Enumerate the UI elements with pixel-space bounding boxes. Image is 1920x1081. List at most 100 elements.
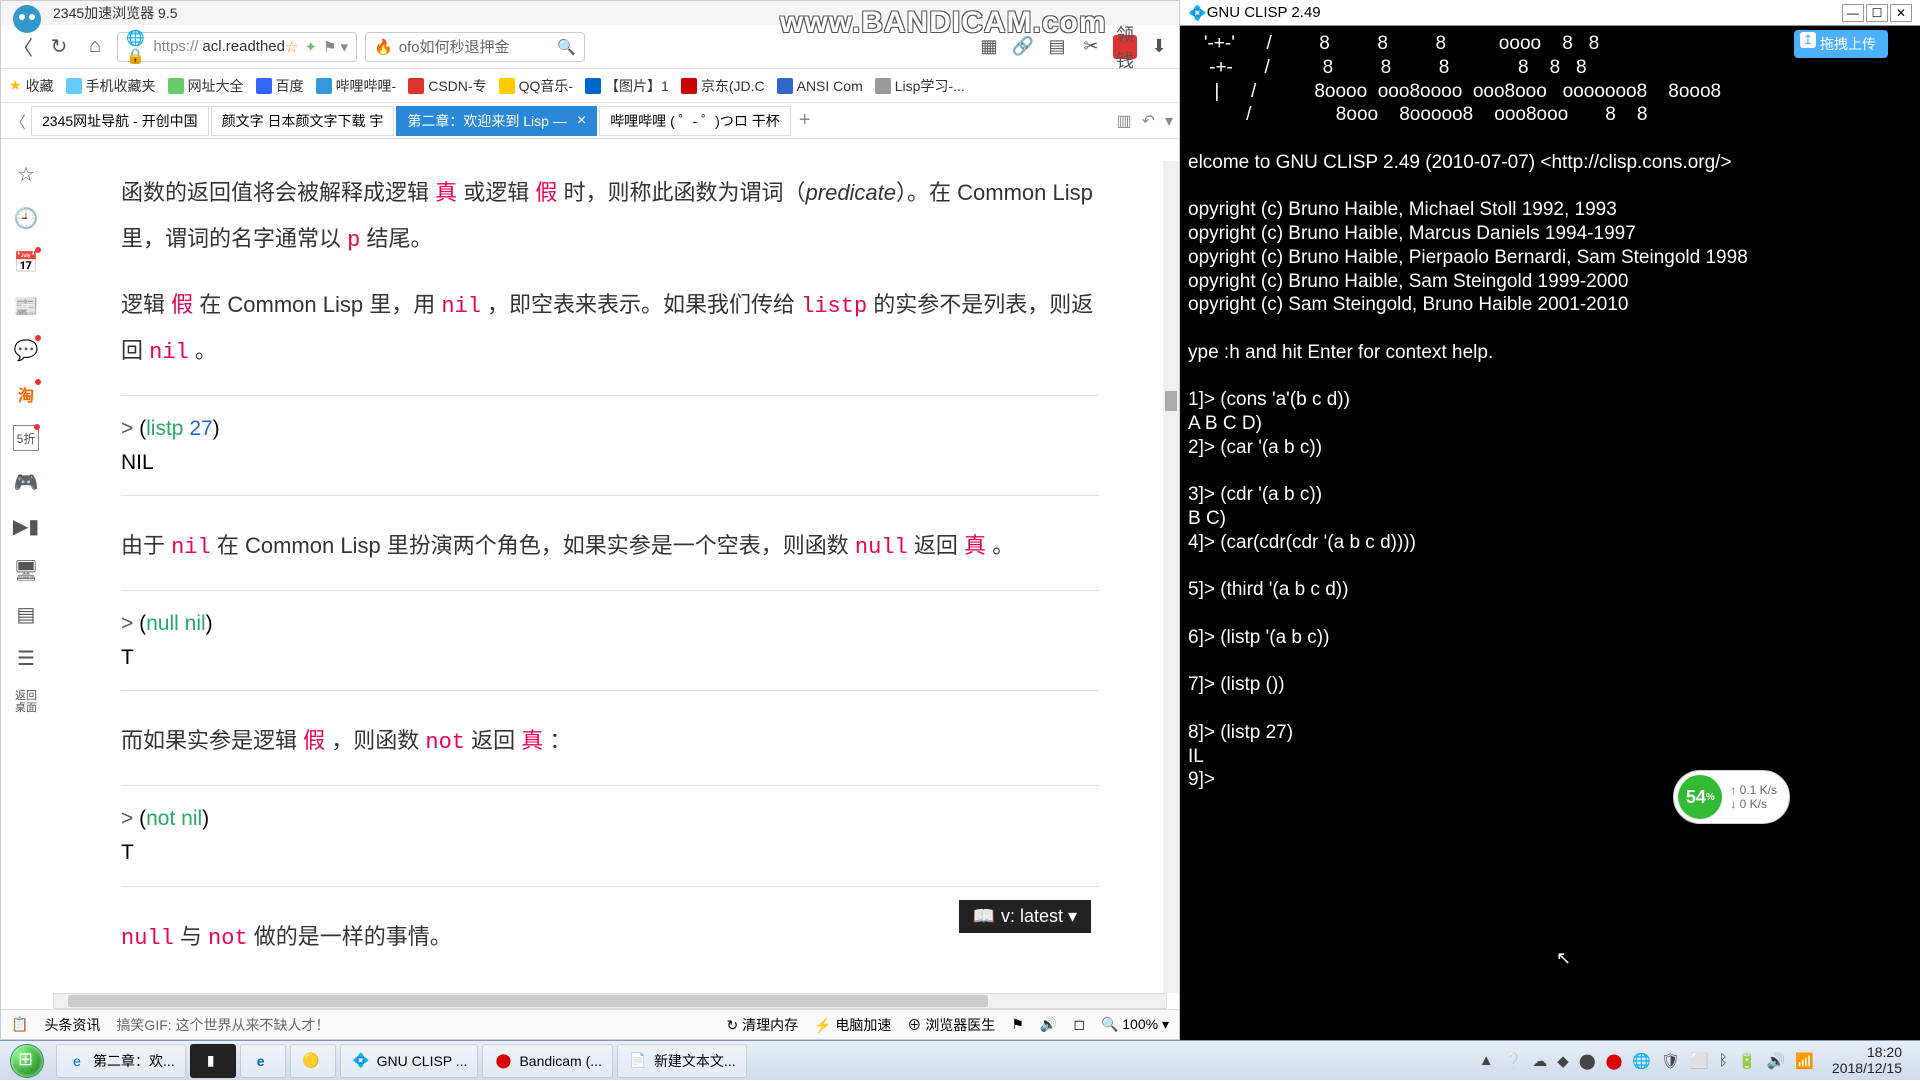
terminal-titlebar: 💠 GNU CLISP 2.49 — ☐ ✕ — [1180, 0, 1920, 26]
tab-dropdown-icon[interactable]: ▾ — [1165, 111, 1173, 131]
bookmark-item[interactable]: 【图片】1 — [585, 76, 669, 96]
rail-game-icon[interactable]: 🎮 — [13, 469, 39, 495]
bookmark-item[interactable]: QQ音乐- — [499, 76, 573, 96]
url-star-icon[interactable]: ☆ — [285, 38, 298, 56]
minimize-button[interactable]: — — [1842, 4, 1864, 22]
tray-icon[interactable]: ⬤ — [1606, 1052, 1623, 1070]
url-flag-icon[interactable]: ⚑ — [323, 38, 336, 56]
status-boost[interactable]: ⚡ 电脑加速 — [814, 1015, 891, 1035]
reload-button[interactable]: ↻ — [45, 33, 73, 61]
taskbar-item-chrome[interactable]: 🟡 — [290, 1044, 336, 1078]
status-sound-icon[interactable]: 🔊 — [1040, 1016, 1057, 1033]
status-window-icon[interactable]: ◻ — [1073, 1016, 1085, 1033]
rail-list-icon[interactable]: ☰ — [13, 645, 39, 671]
terminal-title: GNU CLISP 2.49 — [1207, 4, 1321, 21]
browser-window: 2345加速浏览器 9.5 〈 ↻ ⌂ 🌐 🔒 https:// acl.rea… — [0, 0, 1180, 1040]
back-button[interactable]: 〈 — [9, 33, 37, 61]
tab[interactable]: 2345网址导航 - 开创中国 — [31, 106, 209, 136]
url-prefix: https:// — [153, 38, 198, 55]
tray-icon[interactable]: ◆ — [1557, 1052, 1569, 1070]
bookmark-item[interactable]: CSDN-专 — [408, 76, 486, 96]
bonus-button[interactable]: 领钱 — [1113, 35, 1137, 59]
rail-wechat-icon[interactable]: 💬 — [13, 337, 39, 363]
bookmark-item[interactable]: ANSI Com — [777, 78, 863, 94]
cpu-percent: 54% — [1678, 775, 1722, 819]
rail-calendar-icon[interactable]: 📅 — [13, 249, 39, 275]
tray-icon[interactable]: ⬤ — [1579, 1052, 1596, 1070]
version-badge[interactable]: 📖 v: latest ▾ — [959, 900, 1091, 933]
status-zoom[interactable]: 🔍 100% ▾ — [1101, 1016, 1169, 1033]
status-left2[interactable]: 搞笑GIF: 这个世界从来不缺人才！ — [116, 1015, 329, 1035]
vertical-scrollbar[interactable] — [1163, 161, 1179, 993]
taskbar-item[interactable]: e第二章：欢... — [56, 1044, 186, 1078]
search-input[interactable]: 🔥 ofo如何秒退押金 🔍 — [365, 32, 585, 62]
maximize-button[interactable]: ☐ — [1866, 4, 1888, 22]
tab-active[interactable]: 第二章：欢迎来到 Lisp —× — [396, 106, 597, 136]
rail-video-icon[interactable]: ▶▮ — [13, 513, 39, 539]
search-engine-icon: 🔥 — [374, 38, 393, 56]
tray-battery-icon[interactable]: 🔋 — [1738, 1052, 1757, 1070]
tray-icon[interactable]: 🌐 — [1632, 1052, 1651, 1070]
rail-sale-icon[interactable]: 5折 — [13, 425, 39, 451]
bandicam-watermark: www.BANDICAM.com — [780, 6, 1107, 40]
bookmark-item[interactable]: 百度 — [256, 76, 304, 96]
status-clean[interactable]: ↻ 清理内存 — [726, 1015, 798, 1035]
rail-calc-icon[interactable]: ▤ — [13, 601, 39, 627]
net-down: ↓ 0 K/s — [1730, 797, 1777, 811]
taskbar-item-clisp[interactable]: 💠GNU CLISP ... — [340, 1044, 479, 1078]
tray-icon[interactable]: ⬜ — [1690, 1052, 1709, 1070]
tab-scroll-left[interactable]: 〈 — [7, 109, 29, 133]
undo-close-icon[interactable]: ↶ — [1142, 111, 1155, 131]
paragraph: 由于 nil 在 Common Lisp 里扮演两个角色，如果实参是一个空表，则… — [121, 524, 1099, 570]
bookmark-item[interactable]: 手机收藏夹 — [66, 76, 156, 96]
bookmark-item[interactable]: Lisp学习-... — [875, 76, 965, 96]
status-bar: 📋 头条资讯 搞笑GIF: 这个世界从来不缺人才！ ↻ 清理内存 ⚡ 电脑加速 … — [1, 1009, 1179, 1039]
url-ext1-icon[interactable]: ✦ — [304, 38, 317, 56]
tray-wifi-icon[interactable]: 📶 — [1795, 1052, 1814, 1070]
start-button[interactable] — [0, 1041, 54, 1081]
tray-icon[interactable]: 🛡 — [1661, 1052, 1680, 1070]
network-widget[interactable]: 54% ↑ 0.1 K/s ↓ 0 K/s — [1673, 770, 1790, 824]
bookmark-item[interactable]: 京东(JD.C — [681, 76, 765, 96]
upload-pill[interactable]: 拖拽上传 — [1794, 30, 1888, 58]
rail-desktop-icon[interactable]: 返回桌面 — [13, 689, 39, 715]
rail-monitor-icon[interactable]: 🖥 — [13, 557, 39, 583]
close-button[interactable]: ✕ — [1890, 4, 1912, 22]
taskbar-item-cmd[interactable]: ▮ — [190, 1044, 236, 1078]
rail-star-icon[interactable]: ☆ — [13, 161, 39, 187]
tray-icon[interactable]: ☁ — [1532, 1052, 1547, 1070]
terminal-body[interactable]: '-+-' / 8 8 8 oooo 8 8 -+- / 8 8 8 8 8 8… — [1180, 26, 1920, 798]
bookmark-item[interactable]: 网址大全 — [168, 76, 244, 96]
tray-icon[interactable]: ❔ — [1504, 1052, 1523, 1070]
tab[interactable]: 颜文字 日本颜文字下载 宇 — [211, 106, 395, 136]
tab-close-icon[interactable]: × — [577, 112, 586, 130]
new-tab-button[interactable]: + — [793, 109, 817, 132]
url-input[interactable]: 🌐 🔒 https:// acl.readthed ☆ ✦ ⚑ ▾ — [117, 32, 357, 62]
lock-icon: 🌐 🔒 — [126, 29, 153, 65]
status-doctor[interactable]: ⊕ 浏览器医生 — [907, 1015, 995, 1035]
url-dropdown-icon[interactable]: ▾ — [340, 38, 348, 56]
search-icon[interactable]: 🔍 — [557, 38, 576, 56]
taskbar-item-ie[interactable]: e — [240, 1044, 286, 1078]
net-up: ↑ 0.1 K/s — [1730, 783, 1777, 797]
download-icon[interactable]: ⬇ — [1147, 35, 1171, 59]
status-news-icon[interactable]: 📋 — [11, 1016, 28, 1033]
rail-history-icon[interactable]: 🕘 — [13, 205, 39, 231]
bookmark-item[interactable]: 哔哩哔哩- — [316, 76, 397, 96]
bookmarks-toggle[interactable]: ★收藏 — [9, 76, 54, 96]
taskbar-item-notepad[interactable]: 📄新建文本文... — [617, 1044, 747, 1078]
tray-bluetooth-icon[interactable]: ᛒ — [1719, 1052, 1728, 1069]
horizontal-scrollbar[interactable] — [53, 993, 1167, 1009]
tray-icon[interactable]: ▲ — [1479, 1052, 1494, 1069]
rail-news-icon[interactable]: 📰 — [13, 293, 39, 319]
rail-taobao-icon[interactable]: 淘 — [13, 381, 39, 407]
url-text: acl.readthed — [202, 38, 285, 55]
tab-menu-icon[interactable]: ▥ — [1116, 111, 1131, 131]
tray-volume-icon[interactable]: 🔊 — [1767, 1052, 1786, 1070]
status-left1[interactable]: 头条资讯 — [44, 1015, 100, 1035]
status-flag-icon[interactable]: ⚑ — [1011, 1016, 1024, 1033]
home-button[interactable]: ⌂ — [81, 33, 109, 61]
taskbar-clock[interactable]: 18:20 2018/12/15 — [1824, 1045, 1910, 1076]
tab[interactable]: 哔哩哔哩 ( ゜- ゜)つロ 干杯 — [599, 106, 791, 136]
taskbar-item-bandicam[interactable]: ⬤Bandicam (... — [482, 1044, 612, 1078]
